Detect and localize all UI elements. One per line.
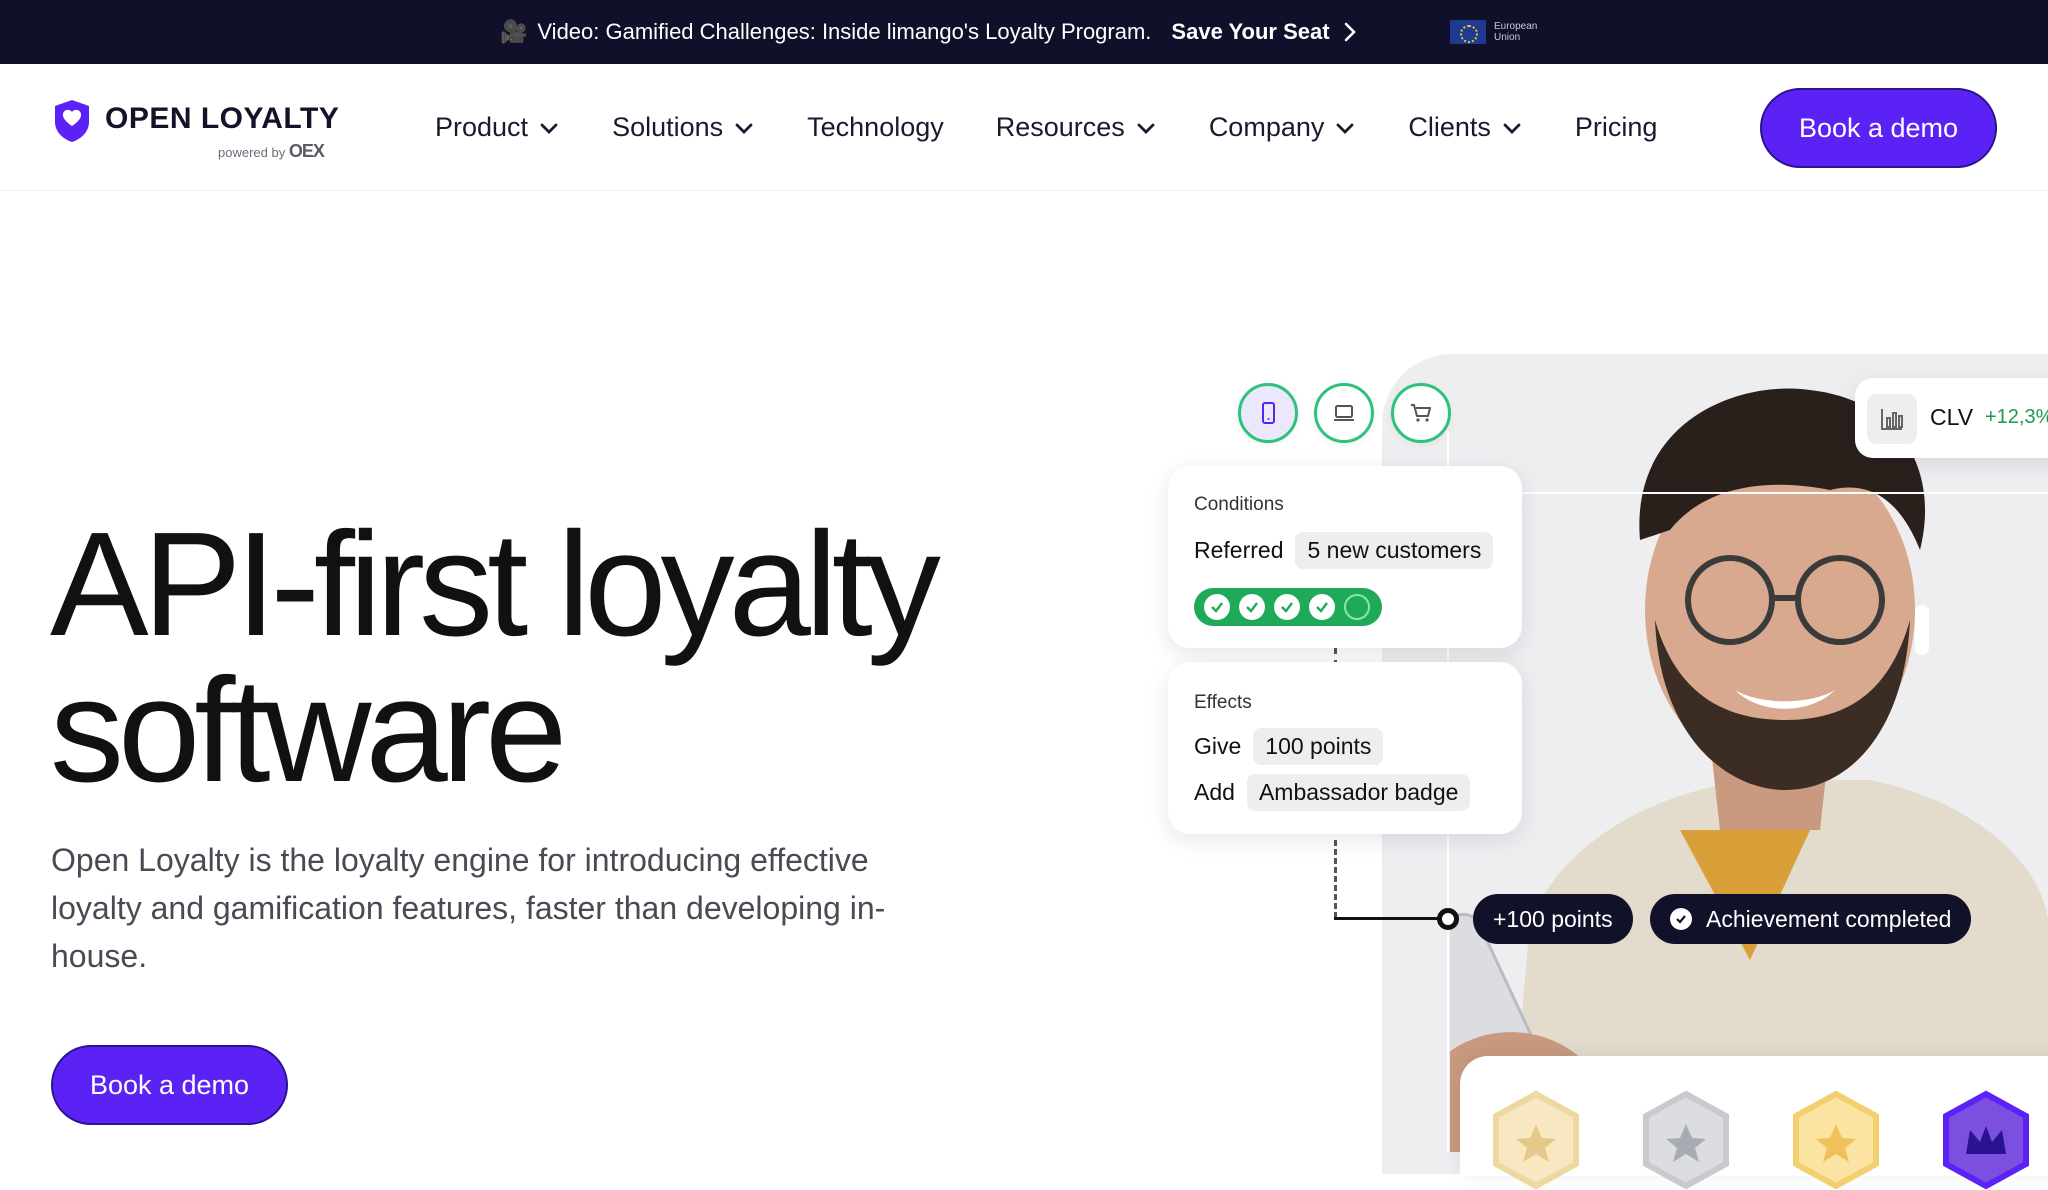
effect-row: Add Ambassador badge [1194,774,1471,811]
condition-label: Referred [1194,537,1284,563]
effects-label: Effects [1194,692,1252,713]
effect-label: Give [1194,733,1242,759]
hero-subtitle: Open Loyalty is the loyalty engine for i… [51,842,886,974]
chevron-down-icon [1336,123,1354,134]
achievement-chip-label: Achievement completed [1706,905,1952,932]
conditions-row: Referred 5 new customers [1194,532,1494,569]
achievement-chip: Achievement completed [1650,894,1972,944]
flow-node [1437,908,1459,930]
announcement-text: Video: Gamified Challenges: Inside liman… [537,19,1152,44]
nav-item-label: Company [1208,112,1325,142]
check-icon [1309,594,1335,620]
flow-connector [1334,917,1446,920]
nav-item-label: Pricing [1574,112,1658,142]
divider-line [1520,492,2048,494]
main-navigation: OPEN LOYALTY powered by OEX Product Solu… [0,64,2048,191]
referral-progress [1194,588,1382,626]
badges-panel [1460,1056,2048,1190]
eu-flag-icon [1450,20,1486,44]
person-with-phone-image [1450,388,2048,1152]
effects-card: Effects Give 100 points Add Ambassador b… [1168,662,1522,834]
effect-label: Add [1194,779,1235,805]
effect-value: 100 points [1253,728,1384,765]
nav-item-solutions[interactable]: Solutions [612,112,755,143]
bar-chart-icon [1867,394,1917,444]
hero-title: API-first loyalty software [50,502,941,813]
brand-logo[interactable]: OPEN LOYALTY powered by OEX [52,98,352,161]
shield-logo-icon [55,100,89,142]
clv-label: CLV [1930,404,1974,430]
chevron-down-icon [540,123,558,134]
save-seat-link[interactable]: Save Your Seat [1171,19,1356,45]
clv-card: CLV +12,3% [1855,378,2048,458]
hero-title-line2: software [50,648,567,813]
nav-item-resources[interactable]: Resources [996,112,1157,143]
clv-value: +12,3% [1985,406,2048,428]
announcement-message[interactable]: 🎥 Video: Gamified Challenges: Inside lim… [500,0,1356,64]
nav-item-label: Solutions [612,112,724,142]
flow-connector [1334,840,1337,918]
nav-menu: Product Solutions Technology Resources C… [435,64,1709,191]
conditions-card: Conditions Referred 5 new customers [1168,466,1522,648]
hero-book-demo-button[interactable]: Book a demo [51,1045,288,1125]
nav-item-product[interactable]: Product [435,112,560,143]
check-icon [1204,594,1230,620]
nav-item-pricing[interactable]: Pricing [1575,112,1658,143]
brand-name: OPEN LOYALTY [105,102,340,135]
check-icon [1274,594,1300,620]
announcement-bar: 🎥 Video: Gamified Challenges: Inside lim… [0,0,2048,64]
channel-laptop[interactable] [1314,383,1374,443]
points-chip: +100 points [1473,894,1633,944]
condition-value: 5 new customers [1295,532,1494,569]
points-chip-label: +100 points [1493,905,1613,932]
check-icon [1670,908,1692,930]
star-badge-icon [1493,1090,1579,1190]
nav-item-label: Product [435,112,529,142]
chevron-right-icon [1344,22,1356,42]
eu-label-line2: Union [1494,32,1521,43]
check-icon [1239,594,1265,620]
channel-mobile[interactable] [1238,383,1298,443]
powered-by-label: powered by [218,145,286,160]
chevron-down-icon [735,123,753,134]
crown-badge-icon [1943,1090,2029,1190]
cart-icon [1411,404,1431,422]
chevron-down-icon [1503,123,1521,134]
star-badge-icon [1643,1090,1729,1190]
nav-item-technology[interactable]: Technology [807,112,944,143]
effect-row: Give 100 points [1194,728,1384,765]
nav-item-clients[interactable]: Clients [1408,112,1523,143]
partner-logo: OEX [288,141,325,161]
chevron-down-icon [1137,123,1155,134]
channel-cart[interactable] [1391,383,1451,443]
star-badge-icon [1793,1090,1879,1190]
hero-title-line1: API-first loyalty [50,502,941,667]
powered-by: powered by OEX [218,141,325,162]
nav-item-label: Clients [1408,112,1491,142]
video-camera-icon: 🎥 [500,19,528,44]
nav-item-company[interactable]: Company [1209,112,1357,143]
empty-circle-icon [1344,594,1370,620]
eu-logo: European Union [1450,20,1537,44]
mobile-icon [1262,402,1275,424]
conditions-label: Conditions [1194,494,1284,515]
book-demo-button[interactable]: Book a demo [1760,88,1997,168]
save-seat-label: Save Your Seat [1171,19,1330,44]
nav-item-label: Resources [995,112,1125,142]
laptop-icon [1334,405,1354,421]
effect-value: Ambassador badge [1246,774,1471,811]
nav-item-label: Technology [807,112,944,142]
eu-label-line1: European [1494,21,1538,32]
